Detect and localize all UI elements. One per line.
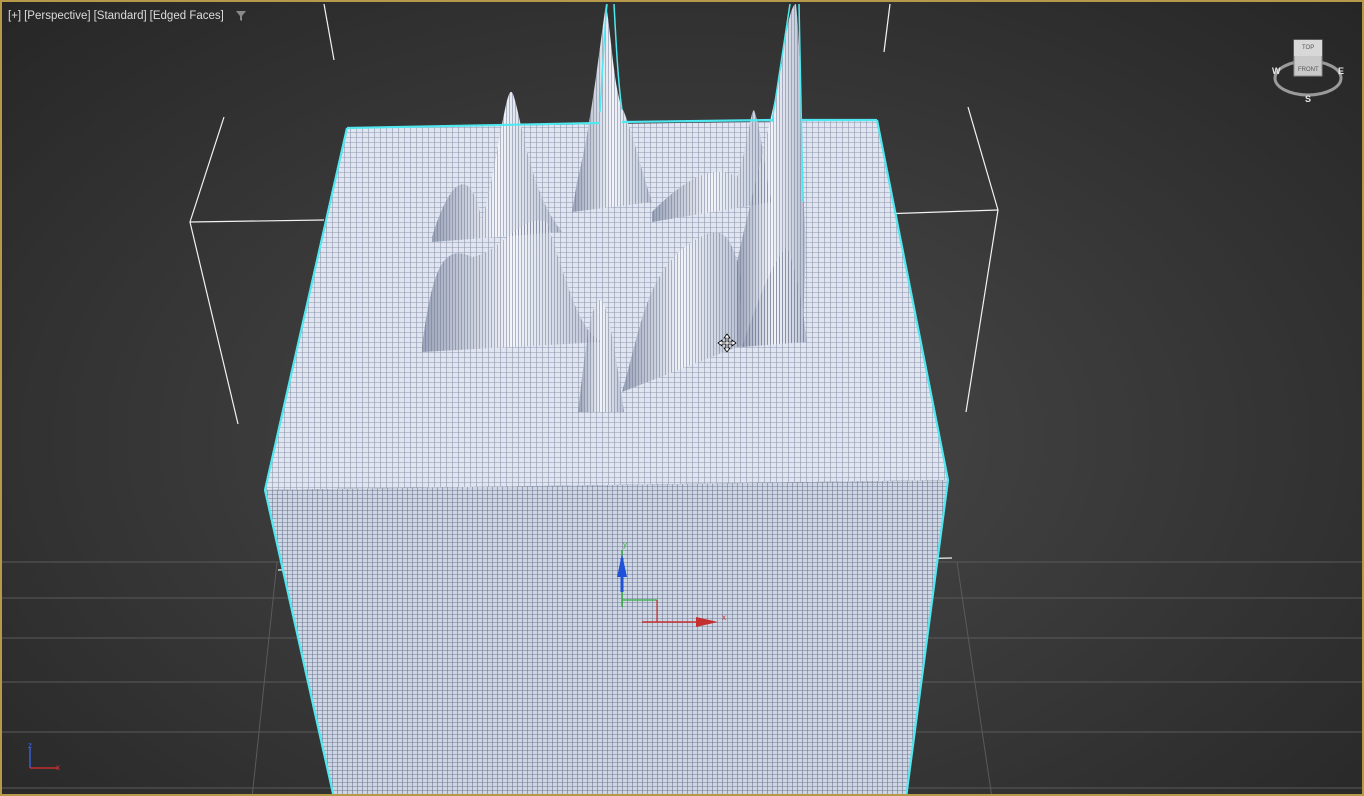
viewport-label-menu: [+] [Perspective] [Standard] [Edged Face…	[8, 10, 247, 22]
scene-canvas[interactable]: y x	[2, 2, 1364, 796]
box-front-face[interactable]	[265, 480, 948, 796]
compass-east[interactable]: E	[1338, 66, 1344, 76]
viewcube-top-face[interactable]: TOP	[1302, 45, 1314, 51]
viewport-point-of-view-menu[interactable]: [Perspective]	[24, 10, 90, 22]
viewcube-front-face[interactable]: FRONT	[1298, 67, 1319, 73]
filter-funnel-icon[interactable]	[235, 10, 247, 22]
world-axis-x-label: x	[56, 763, 60, 772]
compass-west[interactable]: W	[1272, 66, 1281, 76]
perspective-viewport[interactable]: y x [+] [Perspective] [Standard] [Edged …	[0, 0, 1364, 796]
gizmo-x-label: x	[722, 613, 726, 622]
viewport-general-menu[interactable]: [+]	[8, 10, 21, 22]
move-cursor-icon	[717, 333, 737, 353]
world-axis-tripod-icon: z x	[28, 741, 60, 772]
compass-south[interactable]: S	[1305, 94, 1311, 104]
viewcube-icon[interactable]: TOP FRONT W E S	[1270, 36, 1346, 106]
world-axis-z-label: z	[28, 741, 32, 750]
viewport-display-mode-menu[interactable]: [Edged Faces]	[150, 10, 224, 22]
gizmo-y-label: y	[623, 540, 627, 549]
viewport-shading-menu[interactable]: [Standard]	[94, 10, 147, 22]
